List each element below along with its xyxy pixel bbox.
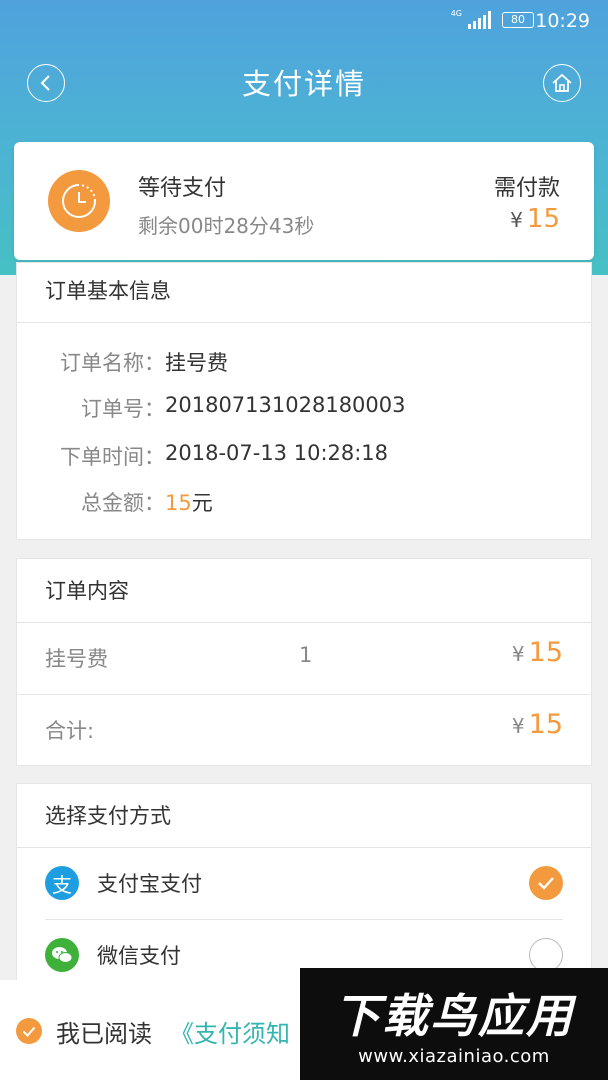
- alipay-icon: 支: [45, 866, 79, 900]
- wechat-icon: [45, 938, 79, 972]
- need-pay-label: 需付款: [493, 176, 560, 201]
- order-time-label: 下单时间：: [60, 445, 165, 469]
- clock-badge: [48, 170, 110, 232]
- order-total-unit: 元: [191, 491, 213, 515]
- item-amount: ¥15: [512, 637, 563, 668]
- order-total-sum-row: 合计: ¥15: [17, 695, 591, 767]
- order-info-heading: 订单基本信息: [17, 263, 591, 323]
- order-total-label: 总金额：: [81, 491, 165, 515]
- wechat-bubbles-icon: [52, 947, 73, 963]
- order-total-amount: 15: [165, 491, 192, 515]
- alipay-radio-checked[interactable]: [529, 866, 563, 900]
- page-title: 支付详情: [241, 67, 366, 101]
- amount-value: 15: [526, 204, 560, 234]
- payment-notice-link[interactable]: 《支付须知: [170, 1014, 290, 1049]
- sum-currency: ¥: [511, 714, 525, 738]
- home-icon: [552, 73, 572, 92]
- clock-icon: [62, 184, 96, 218]
- order-number-row: 订单号： 201807131028180003: [17, 393, 593, 423]
- network-type: 4G: [450, 9, 462, 18]
- sum-label: 合计:: [45, 719, 95, 743]
- payment-method-heading: 选择支付方式: [17, 784, 591, 848]
- watermark-url: www.xiazainiao.com: [358, 1046, 550, 1067]
- wechat-radio-unchecked[interactable]: [529, 938, 563, 972]
- watermark-brand: 下载鸟应用: [334, 989, 574, 1043]
- home-button[interactable]: [543, 64, 581, 102]
- order-time-value: 2018-07-13 10:28:18: [165, 441, 389, 465]
- agreement-text: 我已阅读: [56, 1020, 152, 1048]
- order-name-row: 订单名称： 挂号费: [17, 347, 593, 377]
- payment-status-title: 等待支付: [138, 176, 227, 201]
- need-pay-amount: ¥15: [510, 204, 560, 234]
- checkmark-icon: [22, 1026, 36, 1037]
- order-total-value: 15元: [165, 487, 213, 517]
- checkmark-icon: [538, 877, 554, 890]
- status-bar: 4G 80 10:29: [0, 0, 608, 42]
- payment-status-card: 等待支付 剩余00时28分43秒 需付款 ¥15: [14, 142, 594, 260]
- watermark-logo: 下载鸟应用 www.xiazainiao.com: [300, 968, 608, 1080]
- payment-method-section: 选择支付方式 支 支付宝支付 微信支付: [16, 783, 592, 983]
- order-content-heading: 订单内容: [17, 559, 591, 623]
- order-item-row: 挂号费 1 ¥15: [17, 623, 591, 695]
- status-time: 10:29: [535, 10, 590, 32]
- battery-icon: 80: [502, 12, 534, 28]
- order-time-row: 下单时间： 2018-07-13 10:28:18: [17, 441, 593, 471]
- agreement-checkbox[interactable]: [16, 1018, 42, 1044]
- item-amount-value: 15: [528, 637, 563, 668]
- sum-amount-value: 15: [528, 709, 563, 740]
- order-content-section: 订单内容 挂号费 1 ¥15 合计: ¥15: [16, 558, 592, 766]
- order-number-value: 201807131028180003: [165, 393, 406, 417]
- item-name: 挂号费: [45, 647, 108, 671]
- order-total-row: 总金额： 15元: [17, 487, 593, 517]
- currency-symbol: ¥: [510, 208, 523, 232]
- order-name-value: 挂号费: [165, 351, 228, 375]
- order-name-label: 订单名称：: [60, 351, 165, 375]
- item-currency: ¥: [511, 642, 525, 666]
- order-info-section: 订单基本信息 订单名称： 挂号费 订单号： 201807131028180003…: [16, 262, 592, 540]
- order-number-label: 订单号：: [81, 397, 165, 421]
- payment-option-alipay[interactable]: 支 支付宝支付: [45, 848, 563, 920]
- wechat-label: 微信支付: [97, 944, 181, 968]
- sum-amount: ¥15: [512, 709, 563, 740]
- alipay-label: 支付宝支付: [97, 872, 202, 896]
- countdown-text: 剩余00时28分43秒: [138, 214, 315, 238]
- signal-icon: [468, 11, 491, 29]
- item-qty: 1: [299, 643, 313, 667]
